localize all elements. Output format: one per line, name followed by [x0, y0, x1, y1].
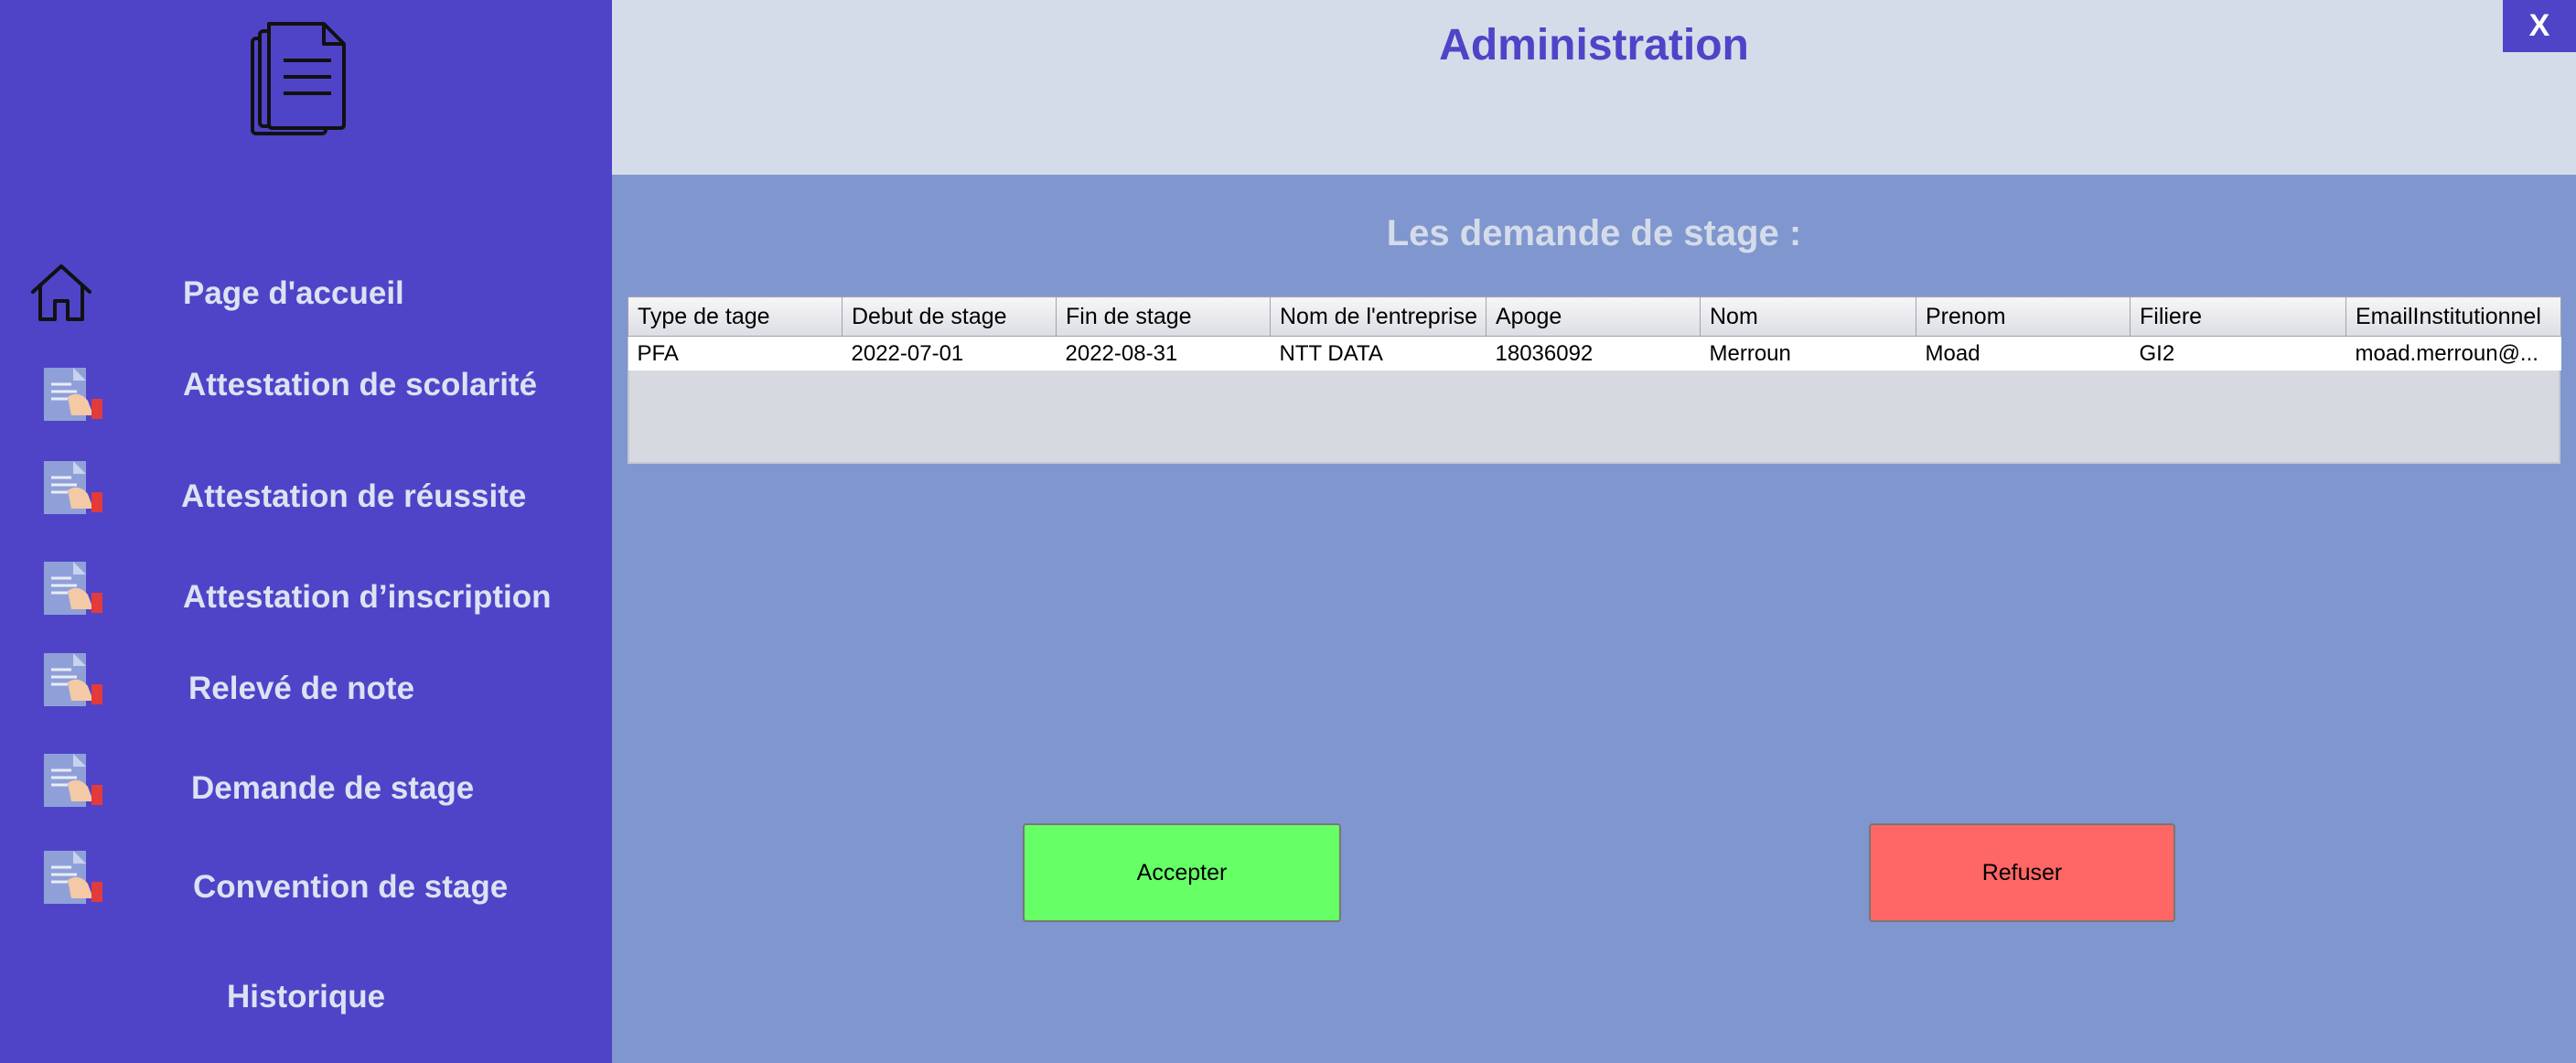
table-cell: NTT DATA — [1270, 336, 1487, 370]
nav-historique[interactable]: Historique — [227, 977, 385, 1017]
table-row[interactable]: PFA 2022-07-01 2022-08-31 NTT DATA 18036… — [628, 336, 2561, 370]
table-cell: 2022-08-31 — [1056, 336, 1271, 370]
column-header[interactable]: Type de tage — [628, 296, 843, 337]
document-hand-icon[interactable] — [40, 748, 106, 811]
column-header[interactable]: Nom — [1700, 296, 1916, 337]
nav-attestation-reussite[interactable]: Attestation de réussite — [181, 477, 526, 517]
table-cell: 2022-07-01 — [842, 336, 1057, 370]
nav-demande-stage[interactable]: Demande de stage — [191, 768, 474, 809]
document-hand-icon[interactable] — [40, 648, 106, 710]
column-header[interactable]: EmailInstitutionnel — [2345, 296, 2561, 337]
document-hand-icon[interactable] — [40, 556, 106, 618]
requests-table[interactable]: Type de tage Debut de stage Fin de stage… — [628, 296, 2561, 464]
nav-attestation-inscription[interactable]: Attestation d’inscription — [183, 577, 552, 617]
table-cell: 18036092 — [1486, 336, 1701, 370]
document-hand-icon[interactable] — [40, 456, 106, 518]
table-cell: GI2 — [2130, 336, 2346, 370]
nav-attestation-scolarite[interactable]: Attestation de scolarité — [183, 365, 537, 405]
table-cell: Merroun — [1700, 336, 1916, 370]
close-button[interactable]: X — [2503, 0, 2576, 52]
requests-table-grid: Type de tage Debut de stage Fin de stage… — [628, 296, 2561, 370]
page-title: Administration — [1439, 21, 1749, 70]
column-header[interactable]: Nom de l'entreprise — [1270, 296, 1487, 337]
document-hand-icon[interactable] — [40, 845, 106, 907]
sidebar: Page d'accueil Attestation de scolarité … — [0, 0, 612, 1063]
table-header-row: Type de tage Debut de stage Fin de stage… — [628, 296, 2561, 337]
accept-button[interactable]: Accepter — [1023, 823, 1341, 922]
nav-releve-note[interactable]: Relevé de note — [188, 669, 414, 709]
column-header[interactable]: Fin de stage — [1056, 296, 1271, 337]
column-header[interactable]: Apoge — [1486, 296, 1701, 337]
table-cell: moad.merroun@... — [2345, 336, 2561, 370]
column-header[interactable]: Filiere — [2130, 296, 2346, 337]
home-icon[interactable] — [29, 263, 93, 323]
section-title: Les demande de stage : — [1386, 213, 1802, 253]
documents-icon — [251, 22, 346, 135]
table-cell: Moad — [1916, 336, 2131, 370]
document-hand-icon[interactable] — [40, 362, 106, 424]
refuse-button[interactable]: Refuser — [1869, 823, 2175, 922]
nav-page-accueil[interactable]: Page d'accueil — [183, 274, 404, 314]
header: Administration — [612, 0, 2576, 175]
column-header[interactable]: Prenom — [1916, 296, 2131, 337]
table-cell: PFA — [628, 336, 843, 370]
column-header[interactable]: Debut de stage — [842, 296, 1057, 337]
nav-convention-stage[interactable]: Convention de stage — [193, 867, 508, 907]
